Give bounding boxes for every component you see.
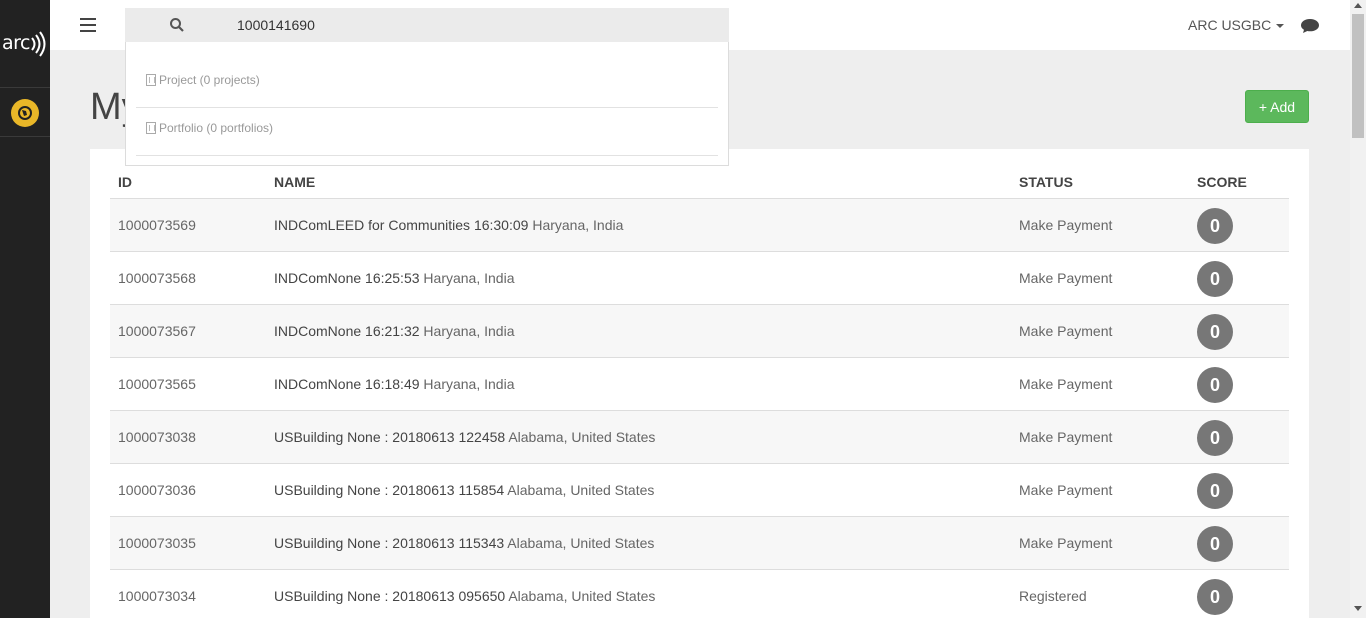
project-status: Make Payment: [1019, 429, 1113, 445]
search-result-label: Portfolio (0 portfolios): [159, 121, 274, 135]
dropdown-divider: [136, 155, 718, 156]
column-header-id[interactable]: ID: [118, 174, 132, 190]
project-location: Haryana, India: [423, 270, 515, 286]
scrollbar-thumb[interactable]: [1352, 14, 1364, 138]
add-project-button[interactable]: + Add: [1245, 90, 1309, 123]
project-id: 1000073567: [118, 323, 196, 339]
scroll-up-arrow-icon[interactable]: [1354, 3, 1362, 8]
project-location: Alabama, United States: [508, 429, 656, 445]
project-id: 1000073568: [118, 270, 196, 286]
globe-icon: [11, 99, 39, 127]
signal-waves-icon: [31, 31, 46, 57]
hamburger-icon[interactable]: [80, 18, 96, 32]
score-badge: 0: [1197, 420, 1233, 456]
search-results-dropdown: Project (0 projects) Portfolio (0 portfo…: [125, 42, 729, 166]
project-status: Make Payment: [1019, 376, 1113, 392]
building-icon: [146, 122, 156, 134]
project-status: Make Payment: [1019, 535, 1113, 551]
project-name[interactable]: INDComNone 16:25:53 Haryana, India: [274, 270, 514, 286]
table-header: ID NAME STATUS SCORE: [110, 165, 1289, 199]
search-result-project[interactable]: Project (0 projects): [146, 60, 718, 108]
projects-table: ID NAME STATUS SCORE 1000073569 INDComLE…: [110, 165, 1289, 618]
project-location: Haryana, India: [423, 376, 515, 392]
building-icon: [146, 74, 156, 86]
column-header-name[interactable]: NAME: [274, 174, 315, 190]
left-sidebar: arc: [0, 0, 50, 618]
project-status: Make Payment: [1019, 217, 1113, 233]
table-row[interactable]: 1000073036 USBuilding None : 20180613 11…: [110, 464, 1289, 517]
project-status: Make Payment: [1019, 323, 1113, 339]
projects-card: ID NAME STATUS SCORE 1000073569 INDComLE…: [90, 149, 1309, 618]
project-name[interactable]: USBuilding None : 20180613 122458 Alabam…: [274, 429, 655, 445]
score-badge: 0: [1197, 526, 1233, 562]
score-badge: 0: [1197, 261, 1233, 297]
project-id: 1000073035: [118, 535, 196, 551]
project-id: 1000073034: [118, 588, 196, 604]
project-name[interactable]: INDComNone 16:18:49 Haryana, India: [274, 376, 514, 392]
caret-down-icon: [1276, 24, 1285, 29]
score-badge: 0: [1197, 579, 1233, 615]
user-menu-label: ARC USGBC: [1188, 17, 1272, 33]
project-location: Haryana, India: [423, 323, 515, 339]
column-header-status[interactable]: STATUS: [1019, 174, 1073, 190]
project-location: Haryana, India: [532, 217, 624, 233]
column-header-score[interactable]: SCORE: [1197, 174, 1247, 190]
search-input[interactable]: [237, 8, 707, 42]
user-menu-dropdown[interactable]: ARC USGBC: [1188, 17, 1285, 33]
sidebar-item-projects[interactable]: [0, 88, 50, 136]
arc-logo[interactable]: arc: [0, 28, 50, 60]
project-id: 1000073569: [118, 217, 196, 233]
search-result-label: Project (0 projects): [159, 73, 260, 87]
table-row[interactable]: 1000073034 USBuilding None : 20180613 09…: [110, 570, 1289, 618]
project-location: Alabama, United States: [507, 482, 655, 498]
score-badge: 0: [1197, 314, 1233, 350]
project-id: 1000073036: [118, 482, 196, 498]
table-row[interactable]: 1000073569 INDComLEED for Communities 16…: [110, 199, 1289, 252]
search-icon: [170, 18, 184, 32]
project-name[interactable]: INDComLEED for Communities 16:30:09 Hary…: [274, 217, 623, 233]
project-id: 1000073565: [118, 376, 196, 392]
project-status: Make Payment: [1019, 482, 1113, 498]
table-row[interactable]: 1000073038 USBuilding None : 20180613 12…: [110, 411, 1289, 464]
score-badge: 0: [1197, 367, 1233, 403]
project-status: Registered: [1019, 588, 1087, 604]
project-id: 1000073038: [118, 429, 196, 445]
table-row[interactable]: 1000073567 INDComNone 16:21:32 Haryana, …: [110, 305, 1289, 358]
table-row[interactable]: 1000073565 INDComNone 16:18:49 Haryana, …: [110, 358, 1289, 411]
search-result-portfolio[interactable]: Portfolio (0 portfolios): [146, 108, 718, 156]
project-name[interactable]: USBuilding None : 20180613 115343 Alabam…: [274, 535, 654, 551]
page-scrollbar[interactable]: [1350, 0, 1366, 618]
project-name[interactable]: USBuilding None : 20180613 095650 Alabam…: [274, 588, 655, 604]
table-row[interactable]: 1000073568 INDComNone 16:25:53 Haryana, …: [110, 252, 1289, 305]
scroll-down-arrow-icon[interactable]: [1354, 606, 1362, 611]
sidebar-divider: [0, 136, 50, 137]
project-name[interactable]: INDComNone 16:21:32 Haryana, India: [274, 323, 514, 339]
project-location: Alabama, United States: [508, 588, 656, 604]
score-badge: 0: [1197, 208, 1233, 244]
chat-icon[interactable]: [1300, 18, 1320, 34]
search-bar[interactable]: [125, 8, 729, 42]
table-row[interactable]: 1000073035 USBuilding None : 20180613 11…: [110, 517, 1289, 570]
project-status: Make Payment: [1019, 270, 1113, 286]
score-badge: 0: [1197, 473, 1233, 509]
logo-text: arc: [2, 32, 30, 54]
project-location: Alabama, United States: [507, 535, 655, 551]
project-name[interactable]: USBuilding None : 20180613 115854 Alabam…: [274, 482, 654, 498]
